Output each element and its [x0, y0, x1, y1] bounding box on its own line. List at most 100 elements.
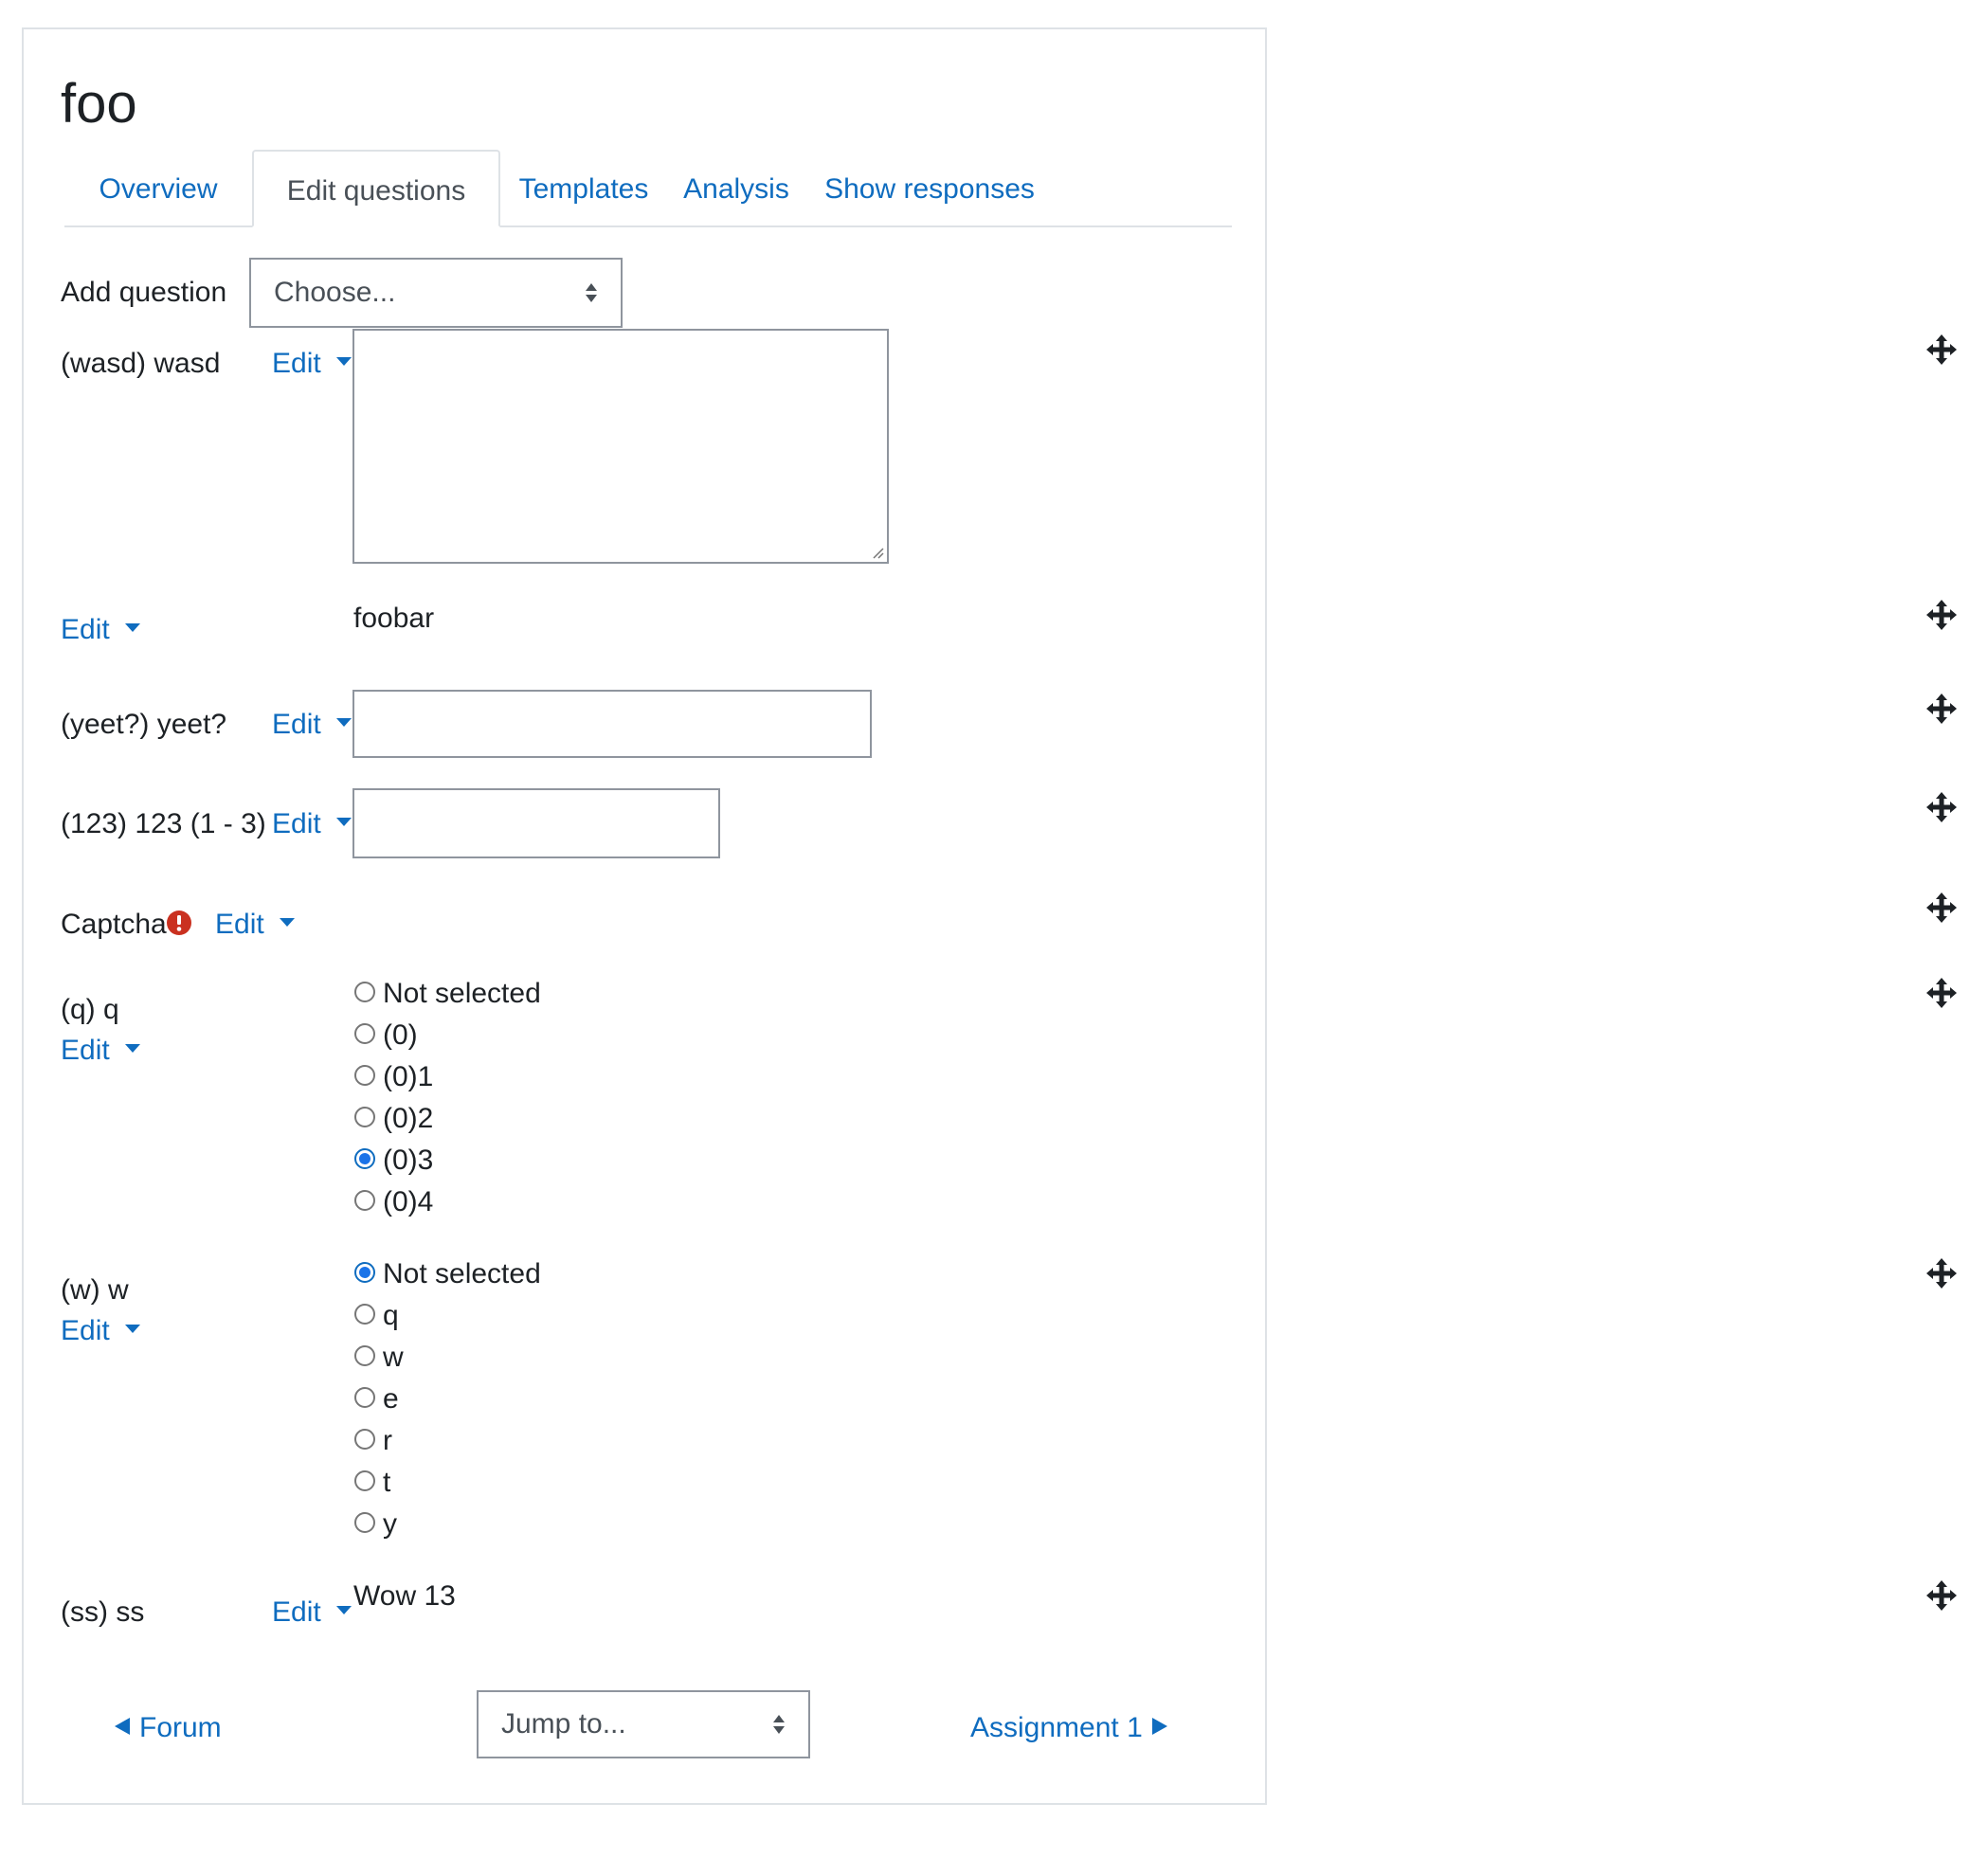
exclamation-circle-icon [166, 910, 191, 936]
radio-option[interactable]: q [354, 1300, 399, 1338]
radio-option[interactable]: (0) [354, 1019, 418, 1057]
edit-link-text: Edit [272, 348, 321, 379]
caret-down-icon [335, 817, 352, 826]
tab-edit-questions[interactable]: Edit questions [252, 150, 500, 227]
caret-down-icon [335, 1605, 352, 1614]
caret-down-icon [335, 717, 352, 727]
radio-option-label: (0) [383, 1019, 418, 1051]
question-q-label: (q) q [61, 994, 119, 1025]
radio-option[interactable]: w [354, 1342, 404, 1379]
resize-handle-icon[interactable] [871, 546, 884, 559]
move-icon[interactable] [1925, 791, 1958, 823]
radio-button[interactable] [354, 1304, 375, 1325]
jump-to-selected: Jump to... [501, 1708, 626, 1740]
question-ss-edit-menu[interactable]: Edit [272, 1596, 352, 1629]
question-foobar-text: foobar [353, 603, 435, 634]
radio-button[interactable] [354, 1387, 375, 1409]
question-foobar-edit-menu[interactable]: Edit [61, 614, 140, 646]
question-123-edit-menu[interactable]: Edit [272, 808, 352, 840]
radio-button[interactable] [354, 1512, 375, 1534]
move-icon[interactable] [1925, 599, 1958, 631]
edit-link-text: Edit [272, 1596, 321, 1628]
radio-option-label: t [383, 1467, 391, 1498]
add-question-label: Add question [61, 277, 227, 308]
question-123-input[interactable] [352, 788, 720, 858]
radio-option-label: (0)4 [383, 1186, 434, 1217]
radio-option-label: w [383, 1342, 404, 1373]
question-123-label: (123) 123 (1 - 3) [61, 808, 266, 839]
radio-option[interactable]: Not selected [354, 1258, 541, 1296]
move-icon[interactable] [1925, 892, 1958, 924]
captcha-label-text: Captcha [61, 909, 167, 940]
radio-option[interactable]: (0)4 [354, 1186, 433, 1224]
jump-to-select[interactable]: Jump to... [477, 1690, 810, 1758]
radio-option[interactable]: (0)3 [354, 1145, 433, 1182]
move-icon[interactable] [1925, 1579, 1958, 1612]
radio-button[interactable] [354, 1345, 375, 1367]
add-question-selected: Choose... [274, 277, 396, 308]
radio-option-label: (0)2 [383, 1103, 434, 1134]
radio-button[interactable] [354, 1190, 375, 1212]
edit-link-text: Edit [61, 1035, 110, 1066]
tab-analysis[interactable]: Analysis [667, 150, 805, 227]
radio-option[interactable]: r [354, 1425, 392, 1463]
radio-option[interactable]: e [354, 1383, 399, 1421]
radio-option[interactable]: (0)1 [354, 1061, 433, 1099]
question-ss-label: (ss) ss [61, 1596, 145, 1628]
radio-button-checked[interactable] [354, 1262, 375, 1284]
radio-option-label: q [383, 1300, 399, 1331]
caret-down-icon [124, 1043, 140, 1053]
prev-activity-label: Forum [139, 1712, 222, 1743]
prev-activity-link[interactable]: Forum [115, 1712, 222, 1744]
radio-button[interactable] [354, 1065, 375, 1087]
caret-down-icon [279, 917, 295, 927]
arrow-left-icon [115, 1718, 130, 1736]
radio-option-label: (0)3 [383, 1145, 434, 1176]
radio-option[interactable]: y [354, 1508, 397, 1546]
question-captcha-label: Captcha [61, 909, 191, 941]
radio-button[interactable] [354, 1107, 375, 1128]
question-q-edit-menu[interactable]: Edit [61, 1035, 140, 1067]
question-yeet-input[interactable] [352, 690, 872, 758]
tab-bar: Overview Edit questions Templates Analys… [64, 150, 1232, 227]
radio-option-label: e [383, 1383, 399, 1415]
add-question-select[interactable]: Choose... [249, 258, 623, 328]
move-icon[interactable] [1925, 977, 1958, 1009]
caret-down-icon [335, 356, 352, 366]
question-w-edit-menu[interactable]: Edit [61, 1315, 140, 1347]
edit-link-text: Edit [215, 909, 264, 940]
question-yeet-edit-menu[interactable]: Edit [272, 709, 352, 741]
tab-show-responses[interactable]: Show responses [805, 150, 1054, 227]
question-wasd-edit-menu[interactable]: Edit [272, 348, 352, 380]
select-arrows-icon [773, 1715, 785, 1734]
arrow-right-icon [1151, 1718, 1167, 1736]
radio-option-label: y [383, 1508, 397, 1540]
move-icon[interactable] [1925, 1257, 1958, 1289]
edit-link-text: Edit [61, 1315, 110, 1346]
tab-overview[interactable]: Overview [64, 150, 252, 227]
caret-down-icon [124, 1324, 140, 1333]
question-yeet-label: (yeet?) yeet? [61, 709, 227, 740]
radio-button[interactable] [354, 1470, 375, 1492]
move-icon[interactable] [1925, 334, 1958, 366]
radio-option-label: (0)1 [383, 1061, 434, 1092]
radio-option[interactable]: (0)2 [354, 1103, 433, 1141]
question-wasd-textarea[interactable] [352, 329, 889, 564]
radio-button-checked[interactable] [354, 1148, 375, 1170]
move-icon[interactable] [1925, 693, 1958, 725]
edit-link-text: Edit [272, 808, 321, 839]
tab-templates[interactable]: Templates [500, 150, 667, 227]
select-arrows-icon [586, 283, 597, 302]
radio-button[interactable] [354, 982, 375, 1003]
question-w-label: (w) w [61, 1274, 129, 1306]
page-title: foo [61, 73, 137, 135]
next-activity-link[interactable]: Assignment 1 [970, 1712, 1167, 1744]
radio-option[interactable]: Not selected [354, 978, 541, 1016]
question-captcha-edit-menu[interactable]: Edit [215, 909, 295, 941]
radio-option[interactable]: t [354, 1467, 390, 1505]
edit-link-text: Edit [61, 614, 110, 645]
caret-down-icon [124, 622, 140, 632]
radio-option-label: r [383, 1425, 392, 1456]
radio-button[interactable] [354, 1023, 375, 1045]
radio-button[interactable] [354, 1429, 375, 1451]
